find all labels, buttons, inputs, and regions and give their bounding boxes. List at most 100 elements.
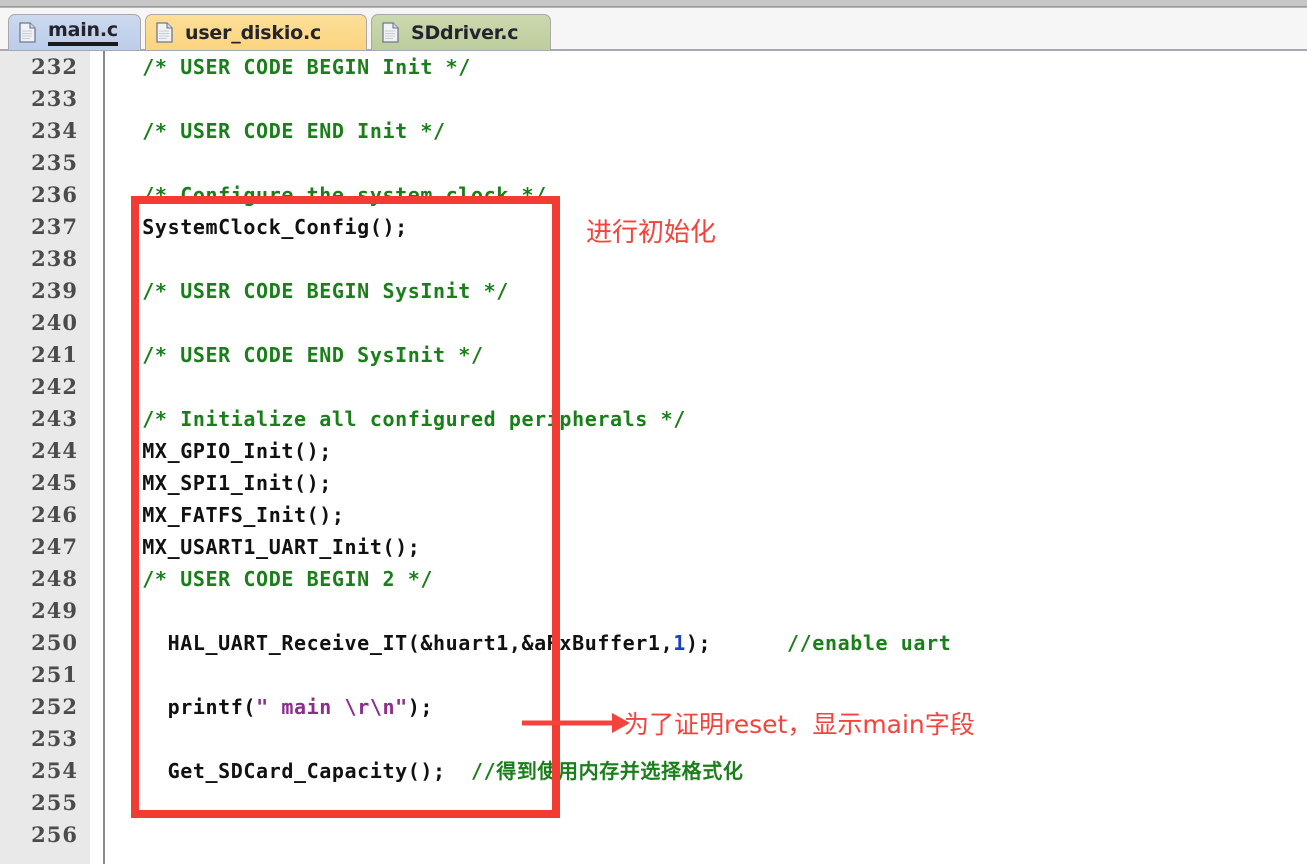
code-line[interactable]: 233 bbox=[0, 83, 1307, 115]
code-line[interactable]: 241 /* USER CODE END SysInit */ bbox=[0, 339, 1307, 371]
line-number: 255 bbox=[31, 790, 78, 815]
code-text: /* Configure the system clock */ bbox=[117, 179, 547, 211]
code-token: /* USER CODE END Init */ bbox=[117, 119, 446, 143]
code-token: printf( bbox=[117, 695, 257, 719]
line-number: 243 bbox=[31, 406, 78, 431]
editor-tab-bar: main.c user_diskio.c SDdriver.c bbox=[0, 8, 1307, 51]
file-icon bbox=[156, 22, 173, 43]
code-token: Get_SDCard_Capacity(); bbox=[117, 759, 471, 783]
code-line-list: 232 /* USER CODE BEGIN Init */ 233 234 /* … bbox=[0, 51, 1307, 864]
line-number: 239 bbox=[31, 278, 78, 303]
line-number: 235 bbox=[31, 150, 78, 175]
tab-main-c[interactable]: main.c bbox=[8, 14, 141, 50]
code-text: MX_SPI1_Init(); bbox=[117, 467, 332, 499]
code-text: MX_USART1_UART_Init(); bbox=[117, 531, 420, 563]
code-token: //enable uart bbox=[787, 631, 952, 655]
line-number: 256 bbox=[31, 822, 78, 847]
window-top-strip bbox=[0, 0, 1307, 8]
file-icon bbox=[382, 22, 399, 43]
code-text: /* USER CODE END SysInit */ bbox=[117, 339, 484, 371]
line-number: 254 bbox=[31, 758, 78, 783]
code-line[interactable]: 242 bbox=[0, 371, 1307, 403]
code-token: 1 bbox=[673, 631, 686, 655]
code-line[interactable]: 252 printf(" main \r\n"); bbox=[0, 691, 1307, 723]
code-line[interactable]: 243 /* Initialize all configured periphe… bbox=[0, 403, 1307, 435]
line-number: 233 bbox=[31, 86, 78, 111]
line-number: 245 bbox=[31, 470, 78, 495]
code-line[interactable]: 244 MX_GPIO_Init(); bbox=[0, 435, 1307, 467]
line-number: 244 bbox=[31, 438, 78, 463]
tab-label: user_diskio.c bbox=[185, 21, 322, 44]
code-token: /* USER CODE BEGIN SysInit */ bbox=[117, 279, 509, 303]
code-line[interactable]: 253 bbox=[0, 723, 1307, 755]
code-line[interactable]: 240 bbox=[0, 307, 1307, 339]
line-number: 247 bbox=[31, 534, 78, 559]
code-line[interactable]: 236 /* Configure the system clock */ bbox=[0, 179, 1307, 211]
code-text: printf(" main \r\n"); bbox=[117, 691, 433, 723]
tab-sddriver-c[interactable]: SDdriver.c bbox=[371, 14, 551, 50]
code-editor-area[interactable]: 232 /* USER CODE BEGIN Init */ 233 234 /* … bbox=[0, 51, 1307, 864]
line-number: 251 bbox=[31, 662, 78, 687]
line-number: 248 bbox=[31, 566, 78, 591]
line-number: 240 bbox=[31, 310, 78, 335]
code-token: /* USER CODE END SysInit */ bbox=[117, 343, 484, 367]
code-line[interactable]: 250 HAL_UART_Receive_IT(&huart1,&aRxBuff… bbox=[0, 627, 1307, 659]
code-token: MX_USART1_UART_Init(); bbox=[117, 535, 421, 559]
code-text: /* USER CODE END Init */ bbox=[117, 115, 446, 147]
code-editor-window: main.c user_diskio.c SDdriver.c 232 /* U… bbox=[0, 0, 1307, 864]
code-text: /* Initialize all configured peripherals… bbox=[117, 403, 686, 435]
code-text: MX_GPIO_Init(); bbox=[117, 435, 332, 467]
tab-label: SDdriver.c bbox=[411, 21, 519, 44]
code-text: Get_SDCard_Capacity(); //得到使用内存并选择格式化 bbox=[117, 755, 743, 787]
code-token: /* Initialize all configured peripherals… bbox=[117, 407, 686, 431]
code-line[interactable]: 254 Get_SDCard_Capacity(); //得到使用内存并选择格式… bbox=[0, 755, 1307, 787]
code-token: ); bbox=[685, 631, 788, 655]
code-line[interactable]: 246 MX_FATFS_Init(); bbox=[0, 499, 1307, 531]
window-top-strip-inner bbox=[0, 0, 1307, 7]
line-number: 238 bbox=[31, 246, 78, 271]
code-line[interactable]: 235 bbox=[0, 147, 1307, 179]
code-token: /* USER CODE BEGIN 2 */ bbox=[117, 567, 434, 591]
line-number: 241 bbox=[31, 342, 78, 367]
code-text: MX_FATFS_Init(); bbox=[117, 499, 345, 531]
line-number: 237 bbox=[31, 214, 78, 239]
code-token: ); bbox=[407, 695, 434, 719]
file-icon bbox=[19, 22, 36, 43]
line-number: 249 bbox=[31, 598, 78, 623]
line-number: 236 bbox=[31, 182, 78, 207]
code-token: MX_SPI1_Init(); bbox=[117, 471, 332, 495]
code-token: SystemClock_Config(); bbox=[117, 215, 408, 239]
code-line[interactable]: 255 bbox=[0, 787, 1307, 819]
code-line[interactable]: 239 /* USER CODE BEGIN SysInit */ bbox=[0, 275, 1307, 307]
code-line[interactable]: 247 MX_USART1_UART_Init(); bbox=[0, 531, 1307, 563]
code-token: /* Configure the system clock */ bbox=[117, 183, 547, 207]
code-text: /* USER CODE BEGIN Init */ bbox=[117, 51, 471, 83]
line-number: 252 bbox=[31, 694, 78, 719]
line-number: 253 bbox=[31, 726, 78, 751]
code-token: //得到使用内存并选择格式化 bbox=[470, 759, 744, 783]
code-line[interactable]: 234 /* USER CODE END Init */ bbox=[0, 115, 1307, 147]
code-line[interactable]: 245 MX_SPI1_Init(); bbox=[0, 467, 1307, 499]
code-line[interactable]: 251 bbox=[0, 659, 1307, 691]
tab-label: main.c bbox=[48, 19, 118, 46]
tab-user-diskio-c[interactable]: user_diskio.c bbox=[145, 14, 367, 50]
code-text: HAL_UART_Receive_IT(&huart1,&aRxBuffer1,… bbox=[117, 627, 951, 659]
code-text: /* USER CODE BEGIN SysInit */ bbox=[117, 275, 509, 307]
code-text: /* USER CODE BEGIN 2 */ bbox=[117, 563, 433, 595]
code-token: /* USER CODE BEGIN Init */ bbox=[117, 55, 471, 79]
code-token: MX_FATFS_Init(); bbox=[117, 503, 345, 527]
code-line[interactable]: 237 SystemClock_Config(); bbox=[0, 211, 1307, 243]
line-number: 246 bbox=[31, 502, 78, 527]
line-number: 242 bbox=[31, 374, 78, 399]
code-line[interactable]: 256 bbox=[0, 819, 1307, 851]
line-number: 234 bbox=[31, 118, 78, 143]
code-line[interactable]: 232 /* USER CODE BEGIN Init */ bbox=[0, 51, 1307, 83]
code-line[interactable]: 238 bbox=[0, 243, 1307, 275]
code-token: " main \r\n" bbox=[256, 695, 408, 719]
code-token: HAL_UART_Receive_IT(&huart1,&aRxBuffer1, bbox=[117, 631, 674, 655]
line-number: 250 bbox=[31, 630, 78, 655]
code-text: SystemClock_Config(); bbox=[117, 211, 408, 243]
code-line[interactable]: 248 /* USER CODE BEGIN 2 */ bbox=[0, 563, 1307, 595]
code-token: MX_GPIO_Init(); bbox=[117, 439, 332, 463]
code-line[interactable]: 249 bbox=[0, 595, 1307, 627]
